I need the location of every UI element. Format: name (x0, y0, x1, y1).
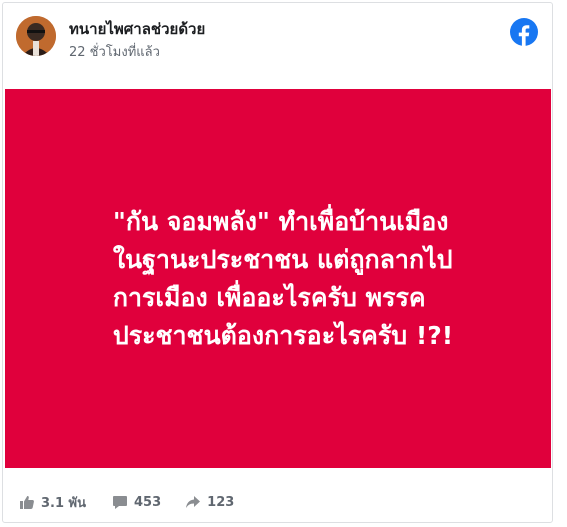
facebook-post-card: ทนายไพศาลช่วยด้วย 22 ชั่วโมงที่แล้ว "กัน… (2, 2, 553, 523)
facebook-logo-icon[interactable] (510, 18, 538, 46)
comment-bubble-icon (113, 496, 128, 509)
thumbs-up-icon (20, 495, 34, 509)
post-image-text-line: ในฐานะประชาชน แต่ถูกลากไป (112, 244, 453, 274)
post-stats-bar: 3.1 พัน 453 123 (3, 487, 552, 517)
post-image-text-line: ประชาชนต้องการอะไรครับ !?! (112, 320, 454, 350)
author-name[interactable]: ทนายไพศาลช่วยด้วย (69, 17, 205, 41)
likes-count-value: 3.1 พัน (41, 495, 87, 511)
shares-count-value: 123 (207, 494, 235, 510)
post-timestamp[interactable]: 22 ชั่วโมงที่แล้ว (69, 41, 160, 62)
post-image-text: "กัน จอมพลัง" ทำเพื่อบ้านเมือง ในฐานะประ… (103, 203, 453, 355)
likes-count[interactable]: 3.1 พัน (19, 492, 86, 513)
share-arrow-icon (186, 496, 201, 508)
post-image[interactable]: "กัน จอมพลัง" ทำเพื่อบ้านเมือง ในฐานะประ… (5, 89, 551, 468)
post-image-text-line: การเมือง เพื่ออะไรครับ พรรค (112, 282, 426, 312)
author-avatar[interactable] (16, 16, 56, 56)
avatar-portrait-icon (16, 16, 56, 56)
shares-count[interactable]: 123 (185, 494, 234, 510)
post-header: ทนายไพศาลช่วยด้วย 22 ชั่วโมงที่แล้ว (3, 3, 552, 88)
comments-count-value: 453 (134, 494, 162, 510)
comments-count[interactable]: 453 (112, 494, 161, 510)
post-image-text-line: "กัน จอมพลัง" ทำเพื่อบ้านเมือง (112, 206, 449, 236)
